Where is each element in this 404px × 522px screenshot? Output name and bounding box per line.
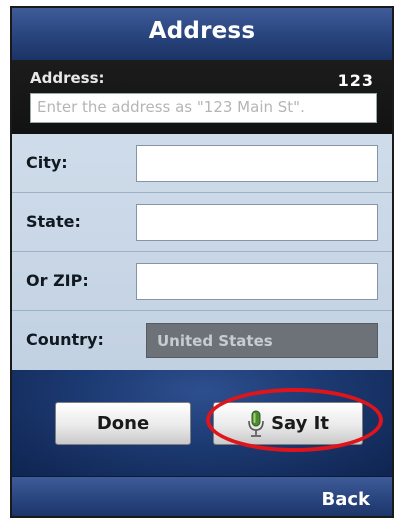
title-bar: Address [12, 8, 392, 61]
bottom-bar: Back [12, 476, 392, 516]
address-input[interactable]: Enter the address as "123 Main St". [30, 93, 377, 123]
zip-label: Or ZIP: [26, 271, 89, 290]
input-mode-indicator: 123 [337, 71, 374, 90]
country-label: Country: [26, 330, 104, 349]
button-bar: Done Say It [12, 370, 392, 476]
page-title: Address [148, 18, 256, 44]
country-row: Country: United States [12, 311, 392, 370]
city-row: City: [12, 134, 392, 193]
done-button[interactable]: Done [55, 402, 191, 445]
country-select[interactable]: United States [146, 323, 378, 358]
zip-input[interactable] [136, 263, 378, 300]
microphone-icon [247, 409, 265, 439]
zip-row: Or ZIP: [12, 252, 392, 311]
say-it-button-label: Say It [271, 413, 329, 434]
state-row: State: [12, 193, 392, 252]
phone-screen: Address Address: 123 Enter the address a… [10, 6, 394, 518]
city-input[interactable] [136, 145, 378, 182]
say-it-button[interactable]: Say It [213, 402, 363, 445]
state-label: State: [26, 212, 81, 231]
done-button-label: Done [96, 413, 150, 434]
city-label: City: [26, 153, 68, 172]
back-button[interactable]: Back [321, 489, 370, 510]
address-label: Address: [30, 69, 105, 87]
address-form: City: State: Or ZIP: Country: United Sta… [12, 134, 392, 370]
address-section: Address: 123 Enter the address as "123 M… [12, 60, 392, 134]
state-input[interactable] [136, 204, 378, 241]
